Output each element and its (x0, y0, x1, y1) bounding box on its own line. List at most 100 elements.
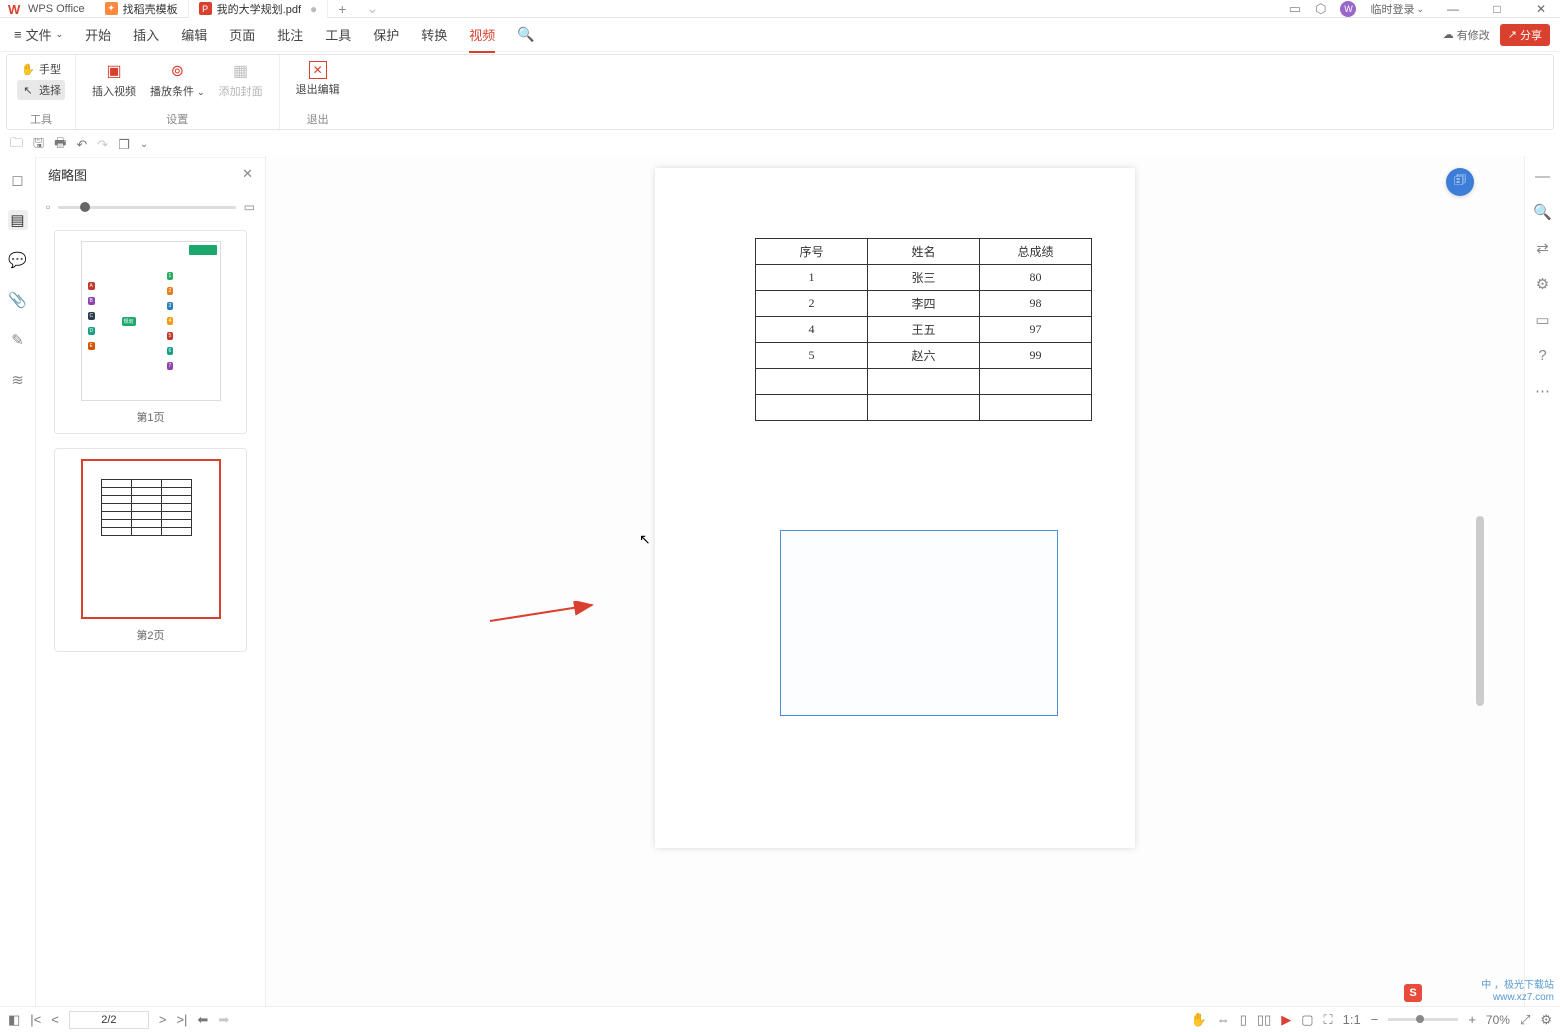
thumb-zoom-slider[interactable] (58, 206, 235, 209)
zoom-value[interactable]: 70% (1486, 1013, 1510, 1027)
avatar-icon[interactable]: W (1340, 1, 1356, 17)
th: 序号 (756, 239, 868, 265)
table-header-row: 序号 姓名 总成绩 (756, 239, 1092, 265)
signature-icon[interactable]: ✎ (8, 330, 28, 350)
select-tool[interactable]: ↖选择 (17, 80, 65, 100)
menu-tools[interactable]: 工具 (325, 25, 351, 44)
hand-tool[interactable]: ✋手型 (17, 59, 65, 79)
print-icon[interactable]: 🖶 (54, 134, 66, 156)
hand-mode-icon[interactable]: ✋ (1191, 1012, 1207, 1028)
th: 总成绩 (980, 239, 1092, 265)
tab-add-button[interactable]: + (328, 1, 356, 17)
login-button[interactable]: 临时登录 ⌄ (1370, 1, 1424, 17)
actual-size-icon[interactable]: 1:1 (1343, 1012, 1361, 1027)
fit-page-icon[interactable]: ⛶ (1324, 1012, 1333, 1028)
has-change-indicator[interactable]: ☁ 有修改 (1443, 27, 1490, 43)
menu-video[interactable]: 视频 (469, 25, 495, 53)
thumbnail-page-2[interactable] (81, 459, 221, 619)
left-rail: ◻ ▤ 💬 📎 ✎ ≋ (0, 156, 36, 1006)
redo-icon[interactable]: ↷ (97, 137, 108, 153)
next-page-icon[interactable]: > (159, 1012, 167, 1027)
first-page-icon[interactable]: |< (30, 1012, 41, 1027)
assistant-float-button[interactable]: 🗊 (1446, 168, 1474, 196)
layers-icon[interactable]: ≋ (8, 370, 28, 390)
thumbnails-icon[interactable]: ▤ (8, 210, 28, 230)
menu-insert[interactable]: 插入 (133, 25, 159, 44)
save-icon[interactable]: 🖫 (33, 134, 44, 156)
menu-edit[interactable]: 编辑 (181, 25, 207, 44)
fit-width-icon[interactable]: ⇔ (1217, 1012, 1230, 1027)
attachment-icon[interactable]: 📎 (8, 290, 28, 310)
fullscreen-icon[interactable]: ⤢ (1520, 1012, 1530, 1028)
minimize-button[interactable]: — (1438, 2, 1468, 16)
selection-box[interactable] (780, 530, 1058, 716)
vertical-scrollbar[interactable] (1476, 166, 1484, 996)
prev-page-icon[interactable]: < (51, 1012, 59, 1027)
zoom-out-small-icon[interactable]: ▫ (46, 200, 50, 214)
close-panel-icon[interactable]: ✕ (242, 166, 253, 182)
undo-icon[interactable]: ↶ (76, 137, 87, 153)
document-canvas[interactable]: 序号 姓名 总成绩 1张三80 2李四98 4王五97 5赵六99 ↖ 🗊 (266, 156, 1524, 1006)
play-conditions-button[interactable]: ⊚播放条件 ⌄ (144, 59, 211, 101)
group-label: 工具 (30, 111, 52, 127)
single-page-icon[interactable]: ▯ (1240, 1012, 1247, 1028)
panel-icon[interactable]: ▭ (1289, 1, 1301, 17)
table-row: 1张三80 (756, 265, 1092, 291)
more-icon[interactable]: ⋯ (1535, 382, 1550, 400)
qat-more-chevron-icon[interactable]: ⌄ (140, 139, 148, 150)
tab-menu-chevron-icon[interactable]: ⌄ (356, 0, 388, 17)
sidebar-toggle-icon[interactable]: ◧ (8, 1012, 20, 1028)
sliders-icon[interactable]: ⚙ (1536, 275, 1549, 293)
swap-icon[interactable]: ⇄ (1536, 239, 1549, 257)
cursor-icon: ↖ (21, 84, 35, 97)
copy-icon[interactable]: ❐ (118, 137, 130, 153)
tab-template[interactable]: ✦ 找稻壳模板 (95, 0, 189, 18)
zoom-in-icon[interactable]: + (1468, 1012, 1476, 1027)
forward-icon[interactable]: ➡ (218, 1012, 229, 1028)
insert-video-button[interactable]: ▣插入视频 (86, 59, 142, 101)
thumbnail-card[interactable]: 规划 A B C D E 1 2 3 4 5 6 7 第1页 (54, 230, 247, 434)
last-page-icon[interactable]: >| (176, 1012, 187, 1027)
search-icon[interactable]: 🔍 (517, 26, 534, 43)
thumbnail-page-1[interactable]: 规划 A B C D E 1 2 3 4 5 6 7 (81, 241, 221, 401)
read-mode-icon[interactable]: ▢ (1301, 1012, 1313, 1028)
exit-edit-button[interactable]: ✕退出编辑 (290, 59, 346, 99)
group-label: 退出 (307, 111, 329, 127)
bookmark-icon[interactable]: ◻ (8, 170, 28, 190)
menu-page[interactable]: 页面 (229, 25, 255, 44)
minus-icon[interactable]: — (1535, 168, 1550, 185)
comment-icon[interactable]: 💬 (8, 250, 28, 270)
zoom-slider[interactable] (1388, 1018, 1458, 1021)
settings-corner-icon[interactable]: ⚙ (1540, 1012, 1552, 1028)
tab-pdf-doc[interactable]: P 我的大学规划.pdf ● (189, 0, 329, 18)
ribbon-group-tools: ✋手型 ↖选择 工具 (7, 55, 76, 129)
zoom-out-icon[interactable]: − (1371, 1012, 1379, 1027)
cube-icon[interactable]: ⬡ (1315, 1, 1326, 17)
menu-protect[interactable]: 保护 (373, 25, 399, 44)
file-menu[interactable]: ≡ 文件 ⌄ (14, 25, 63, 44)
menu-annotate[interactable]: 批注 (277, 25, 303, 44)
table-row (756, 395, 1092, 421)
flame-icon: ✦ (105, 2, 118, 15)
open-icon[interactable]: 🗀 (10, 134, 23, 156)
menu-convert[interactable]: 转换 (421, 25, 447, 44)
thumbnail-card[interactable]: 第2页 (54, 448, 247, 652)
app-logo-icon: W (8, 2, 22, 16)
image-icon: ▦ (231, 61, 251, 81)
presentation-icon[interactable]: ▶ (1281, 1012, 1291, 1028)
two-page-icon[interactable]: ▯▯ (1257, 1012, 1271, 1028)
share-button[interactable]: ↗ 分享 (1500, 24, 1550, 46)
search-icon[interactable]: 🔍 (1533, 203, 1552, 221)
back-icon[interactable]: ⬅ (197, 1012, 208, 1028)
close-button[interactable]: ✕ (1526, 2, 1556, 16)
zoom-in-large-icon[interactable]: ▭ (244, 200, 255, 214)
tab-label: 我的大学规划.pdf (217, 1, 301, 17)
main-area: ◻ ▤ 💬 📎 ✎ ≋ 缩略图 ✕ ▫ ▭ 规划 A B C D (0, 156, 1560, 1006)
add-cover-button: ▦添加封面 (213, 59, 269, 101)
thumbnail-header: 缩略图 ✕ (36, 156, 265, 192)
maximize-button[interactable]: □ (1482, 2, 1512, 16)
page-input[interactable]: 2/2 (69, 1011, 149, 1029)
help-icon[interactable]: ? (1538, 347, 1546, 364)
book-icon[interactable]: ▭ (1535, 311, 1549, 329)
menu-start[interactable]: 开始 (85, 25, 111, 44)
